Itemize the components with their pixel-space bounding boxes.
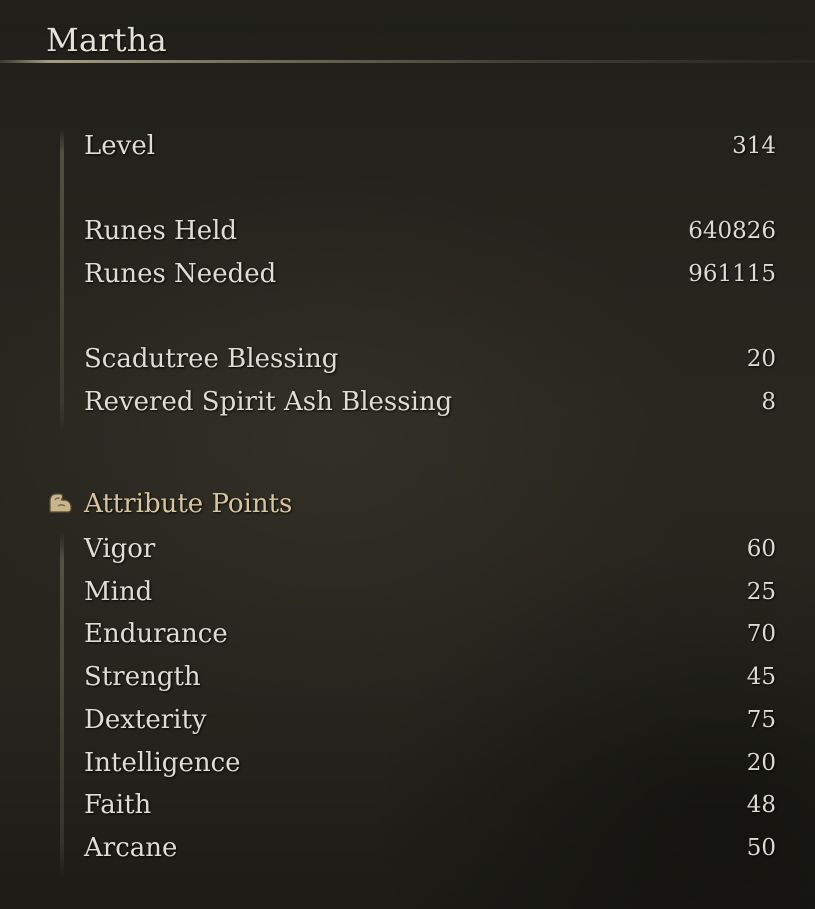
stat-label: Scadutree Blessing — [84, 344, 339, 374]
stat-row-level: Level 314 — [84, 126, 776, 166]
attribute-value: 48 — [746, 792, 776, 818]
stat-row-runes-held: Runes Held 640826 — [84, 211, 776, 251]
section-bar-attributes — [60, 533, 64, 878]
attribute-points-header: Attribute Points — [46, 484, 292, 524]
stat-value: 20 — [746, 346, 776, 372]
attribute-row-endurance: Endurance 70 — [84, 614, 776, 654]
stat-row-revered-spirit-ash-blessing: Revered Spirit Ash Blessing 8 — [84, 382, 776, 422]
attribute-label: Vigor — [84, 534, 156, 564]
attribute-row-faith: Faith 48 — [84, 785, 776, 825]
flexed-arm-icon — [46, 490, 74, 518]
stat-label: Level — [84, 131, 156, 161]
attribute-label: Dexterity — [84, 705, 207, 735]
section-bar-general — [60, 128, 64, 433]
stat-label: Runes Held — [84, 216, 238, 246]
attribute-label: Intelligence — [84, 748, 241, 778]
attribute-value: 60 — [746, 536, 776, 562]
section-title: Attribute Points — [84, 489, 293, 519]
character-name: Martha — [46, 21, 167, 59]
stat-row-runes-needed: Runes Needed 961115 — [84, 254, 776, 294]
stat-value: 8 — [761, 389, 776, 415]
attribute-label: Endurance — [84, 619, 228, 649]
stat-value: 640826 — [688, 218, 776, 244]
attribute-value: 50 — [746, 835, 776, 861]
attribute-value: 25 — [746, 579, 776, 605]
attribute-row-vigor: Vigor 60 — [84, 529, 776, 569]
attribute-value: 75 — [746, 707, 776, 733]
attribute-row-arcane: Arcane 50 — [84, 828, 776, 868]
attribute-label: Strength — [84, 662, 201, 692]
title-divider — [0, 60, 815, 63]
stat-label: Revered Spirit Ash Blessing — [84, 387, 453, 417]
attribute-value: 20 — [746, 750, 776, 776]
attribute-row-strength: Strength 45 — [84, 657, 776, 697]
attribute-value: 45 — [746, 664, 776, 690]
attribute-value: 70 — [746, 621, 776, 647]
attribute-row-dexterity: Dexterity 75 — [84, 700, 776, 740]
stat-row-scadutree-blessing: Scadutree Blessing 20 — [84, 339, 776, 379]
stat-label: Runes Needed — [84, 259, 277, 289]
attribute-row-intelligence: Intelligence 20 — [84, 743, 776, 783]
attribute-row-mind: Mind 25 — [84, 572, 776, 612]
status-panel: Martha Level 314 Runes Held 640826 Runes… — [0, 0, 815, 909]
attribute-label: Faith — [84, 790, 152, 820]
stat-value: 961115 — [688, 261, 776, 287]
attribute-label: Arcane — [84, 833, 178, 863]
stat-value: 314 — [732, 133, 776, 159]
attribute-label: Mind — [84, 577, 153, 607]
